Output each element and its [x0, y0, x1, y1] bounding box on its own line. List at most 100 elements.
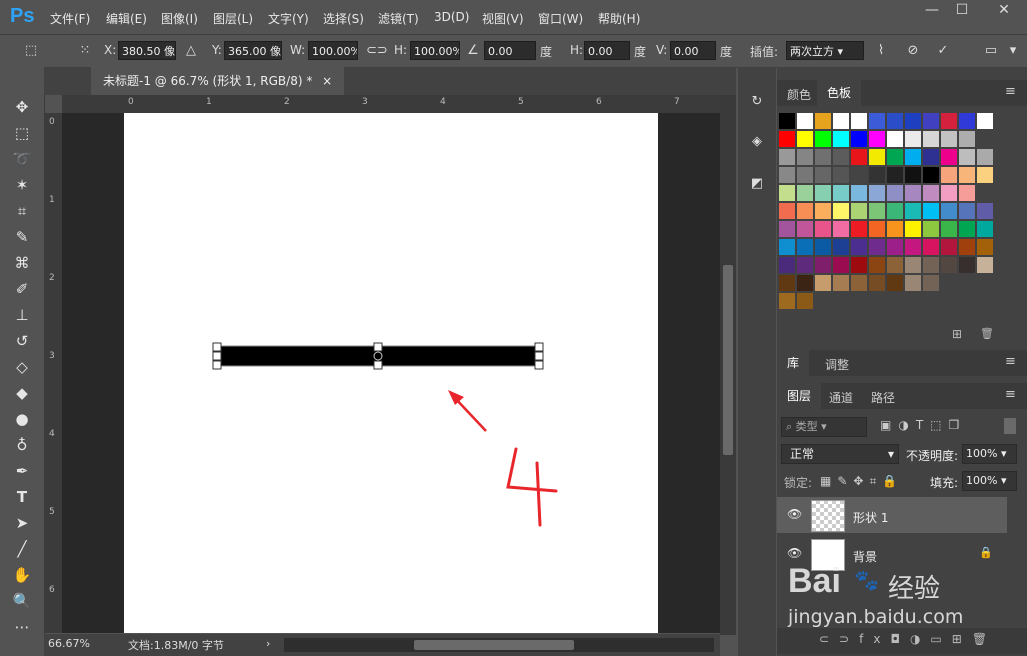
swatch[interactable] [833, 149, 849, 165]
swatch[interactable] [815, 185, 831, 201]
swatch[interactable] [851, 131, 867, 147]
eraser-tool-icon[interactable]: ◇ [8, 355, 36, 379]
swatch[interactable] [779, 131, 795, 147]
swatch[interactable] [779, 239, 795, 255]
swatch[interactable] [797, 185, 813, 201]
minimize-button[interactable]: — [918, 0, 946, 20]
swatch[interactable] [869, 275, 885, 291]
swatch[interactable] [923, 113, 939, 129]
marquee-tool-icon[interactable]: ⬚ [8, 121, 36, 145]
swatch[interactable] [977, 167, 993, 183]
crop-tool-icon[interactable]: ⌗ [8, 199, 36, 223]
status-menu-arrow-icon[interactable]: › [266, 637, 270, 650]
swatch[interactable] [959, 113, 975, 129]
swatch[interactable] [941, 113, 957, 129]
transform-handle[interactable] [212, 351, 222, 361]
swatch[interactable] [815, 113, 831, 129]
h-skew-input[interactable]: 0.00 [584, 41, 630, 60]
swatch[interactable] [815, 149, 831, 165]
lock-transparent-icon[interactable]: ▦ [820, 474, 837, 488]
swatch[interactable] [779, 149, 795, 165]
brush-tool-icon[interactable]: ✐ [8, 277, 36, 301]
lasso-tool-icon[interactable]: ➰ [8, 147, 36, 171]
swatch[interactable] [851, 275, 867, 291]
transform-handle[interactable] [534, 360, 544, 370]
swatch[interactable] [941, 221, 957, 237]
swatch[interactable] [851, 203, 867, 219]
swatch[interactable] [869, 149, 885, 165]
swatch[interactable] [869, 113, 885, 129]
swatch[interactable] [887, 239, 903, 255]
swatch[interactable] [797, 293, 813, 309]
tab-adjustments[interactable]: 调整 [825, 356, 849, 373]
swatch[interactable] [779, 275, 795, 291]
horizontal-scrollbar[interactable] [284, 638, 714, 652]
swatch[interactable] [779, 113, 795, 129]
swatch[interactable] [941, 203, 957, 219]
history-brush-tool-icon[interactable]: ↺ [8, 329, 36, 353]
angle-input[interactable]: 0.00 [484, 41, 536, 60]
swatch[interactable] [815, 203, 831, 219]
swatch[interactable] [779, 185, 795, 201]
close-button[interactable]: ✕ [984, 0, 1024, 20]
swatch[interactable] [923, 167, 939, 183]
swatch[interactable] [815, 257, 831, 273]
adjustment-filter-icon[interactable]: ◑ [898, 418, 915, 432]
swatch[interactable] [851, 149, 867, 165]
swatch[interactable] [905, 203, 921, 219]
swatch[interactable] [869, 257, 885, 273]
swatch[interactable] [833, 185, 849, 201]
vertical-scrollbar[interactable] [720, 95, 736, 635]
menu-edit[interactable]: 编辑(E) [106, 10, 147, 27]
link-icon[interactable]: ⊂⊃ [366, 42, 388, 60]
swatch[interactable] [869, 239, 885, 255]
tab-swatches[interactable]: 色板 [817, 80, 862, 106]
menu-layer[interactable]: 图层(L) [213, 10, 253, 27]
height-input[interactable]: 100.00% [410, 41, 460, 60]
swatch[interactable] [797, 149, 813, 165]
interpolation-select[interactable]: 两次立方 ▾ [786, 41, 864, 60]
swatch[interactable] [959, 185, 975, 201]
path-selection-tool-icon[interactable]: ➤ [8, 511, 36, 535]
fill-input[interactable]: 100% ▾ [962, 471, 1017, 491]
swatch[interactable] [941, 131, 957, 147]
swatch[interactable] [959, 257, 975, 273]
lock-icons[interactable]: ▦✎✥⌗🔒 [820, 474, 903, 489]
swatch[interactable] [815, 239, 831, 255]
commit-transform-icon[interactable]: ✓ [934, 42, 952, 60]
layers-footer-icons[interactable]: ⊂⊃fx◘◑▭⊞🗑 [819, 632, 997, 646]
swatch[interactable] [797, 257, 813, 273]
swatch[interactable] [797, 113, 813, 129]
swatch[interactable] [887, 149, 903, 165]
swatch[interactable] [905, 149, 921, 165]
menu-3d[interactable]: 3D(D) [434, 10, 469, 24]
swatch[interactable] [833, 113, 849, 129]
swatch[interactable] [815, 167, 831, 183]
swatch[interactable] [797, 131, 813, 147]
swatch[interactable] [887, 167, 903, 183]
swatch[interactable] [833, 167, 849, 183]
swatch[interactable] [941, 239, 957, 255]
swatch[interactable] [887, 275, 903, 291]
adjustment-layer-icon[interactable]: ◑ [910, 632, 930, 646]
cancel-transform-icon[interactable]: ⊘ [904, 42, 922, 60]
tab-color[interactable]: 颜色 [787, 86, 811, 103]
swatch[interactable] [977, 257, 993, 273]
transform-handle[interactable] [534, 342, 544, 352]
swatch[interactable] [887, 113, 903, 129]
swatch[interactable] [779, 167, 795, 183]
swatch[interactable] [977, 113, 993, 129]
swatch[interactable] [815, 221, 831, 237]
tab-paths[interactable]: 路径 [871, 389, 895, 406]
image-filter-icon[interactable]: ▣ [880, 418, 898, 432]
magic-wand-tool-icon[interactable]: ✶ [8, 173, 36, 197]
blur-tool-icon[interactable]: ● [8, 407, 36, 431]
dodge-tool-icon[interactable]: ♁ [8, 433, 36, 457]
lock-paint-icon[interactable]: ✎ [837, 474, 853, 488]
swatch[interactable] [959, 131, 975, 147]
properties-panel-icon[interactable]: ◩ [746, 173, 768, 195]
swatch[interactable] [905, 185, 921, 201]
v-skew-input[interactable]: 0.00 [670, 41, 716, 60]
swatch[interactable] [779, 221, 795, 237]
swatch[interactable] [797, 167, 813, 183]
